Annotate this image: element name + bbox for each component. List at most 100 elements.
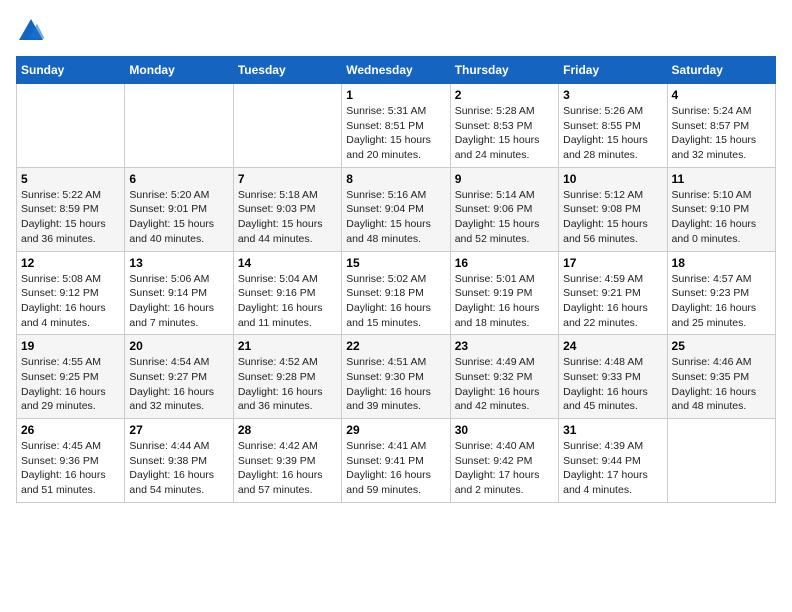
day-number: 17 bbox=[563, 256, 662, 270]
day-content: Sunrise: 5:06 AM Sunset: 9:14 PM Dayligh… bbox=[129, 272, 228, 331]
calendar-cell: 26Sunrise: 4:45 AM Sunset: 9:36 PM Dayli… bbox=[17, 419, 125, 503]
day-number: 13 bbox=[129, 256, 228, 270]
weekday-header: Sunday bbox=[17, 57, 125, 84]
day-number: 22 bbox=[346, 339, 445, 353]
calendar-cell bbox=[667, 419, 775, 503]
calendar-cell bbox=[233, 84, 341, 168]
day-content: Sunrise: 4:46 AM Sunset: 9:35 PM Dayligh… bbox=[672, 355, 771, 414]
day-content: Sunrise: 5:16 AM Sunset: 9:04 PM Dayligh… bbox=[346, 188, 445, 247]
day-number: 2 bbox=[455, 88, 554, 102]
day-number: 18 bbox=[672, 256, 771, 270]
day-number: 8 bbox=[346, 172, 445, 186]
calendar-cell: 13 Sunrise: 5:06 AM Sunset: 9:14 PM Dayli… bbox=[125, 251, 233, 335]
day-number: 20 bbox=[129, 339, 228, 353]
day-content: Sunrise: 5:14 AM Sunset: 9:06 PM Dayligh… bbox=[455, 188, 554, 247]
weekday-header: Monday bbox=[125, 57, 233, 84]
day-content: Sunrise: 5:31 AM Sunset: 8:51 PM Dayligh… bbox=[346, 104, 445, 163]
calendar-cell bbox=[17, 84, 125, 168]
day-content: Sunrise: 4:39 AM Sunset: 9:44 PM Dayligh… bbox=[563, 439, 662, 498]
calendar-cell: 11 Sunrise: 5:10 AM Sunset: 9:10 PM Dayli… bbox=[667, 167, 775, 251]
day-content: Sunrise: 5:22 AM Sunset: 8:59 PM Dayligh… bbox=[21, 188, 120, 247]
calendar-week-row: 19 Sunrise: 4:55 AM Sunset: 9:25 PM Dayli… bbox=[17, 335, 776, 419]
day-number: 7 bbox=[238, 172, 337, 186]
calendar-cell bbox=[125, 84, 233, 168]
day-number: 30 bbox=[455, 423, 554, 437]
day-number: 6 bbox=[129, 172, 228, 186]
calendar-cell: 2 Sunrise: 5:28 AM Sunset: 8:53 PM Daylig… bbox=[450, 84, 558, 168]
day-number: 11 bbox=[672, 172, 771, 186]
calendar-cell: 9 Sunrise: 5:14 AM Sunset: 9:06 PM Daylig… bbox=[450, 167, 558, 251]
calendar-week-row: 5 Sunrise: 5:22 AM Sunset: 8:59 PM Daylig… bbox=[17, 167, 776, 251]
day-content: Sunrise: 5:02 AM Sunset: 9:18 PM Dayligh… bbox=[346, 272, 445, 331]
weekday-header: Saturday bbox=[667, 57, 775, 84]
day-number: 25 bbox=[672, 339, 771, 353]
calendar-cell: 7 Sunrise: 5:18 AM Sunset: 9:03 PM Daylig… bbox=[233, 167, 341, 251]
day-number: 24 bbox=[563, 339, 662, 353]
day-content: Sunrise: 4:49 AM Sunset: 9:32 PM Dayligh… bbox=[455, 355, 554, 414]
calendar-table: SundayMondayTuesdayWednesdayThursdayFrid… bbox=[16, 56, 776, 503]
calendar-cell: 28 Sunrise: 4:42 AM Sunset: 9:39 PM Dayli… bbox=[233, 419, 341, 503]
calendar-cell: 18Sunrise: 4:57 AM Sunset: 9:23 PM Dayli… bbox=[667, 251, 775, 335]
calendar-header-row: SundayMondayTuesdayWednesdayThursdayFrid… bbox=[17, 57, 776, 84]
calendar-cell: 22 Sunrise: 4:51 AM Sunset: 9:30 PM Dayli… bbox=[342, 335, 450, 419]
day-content: Sunrise: 5:01 AM Sunset: 9:19 PM Dayligh… bbox=[455, 272, 554, 331]
day-content: Sunrise: 4:42 AM Sunset: 9:39 PM Dayligh… bbox=[238, 439, 337, 498]
day-number: 10 bbox=[563, 172, 662, 186]
logo-icon bbox=[16, 16, 46, 46]
weekday-header: Wednesday bbox=[342, 57, 450, 84]
calendar-week-row: 26Sunrise: 4:45 AM Sunset: 9:36 PM Dayli… bbox=[17, 419, 776, 503]
day-content: Sunrise: 5:08 AM Sunset: 9:12 PM Dayligh… bbox=[21, 272, 120, 331]
day-content: Sunrise: 5:10 AM Sunset: 9:10 PM Dayligh… bbox=[672, 188, 771, 247]
day-number: 16 bbox=[455, 256, 554, 270]
day-content: Sunrise: 4:59 AM Sunset: 9:21 PM Dayligh… bbox=[563, 272, 662, 331]
weekday-header: Thursday bbox=[450, 57, 558, 84]
calendar-cell: 24 Sunrise: 4:48 AM Sunset: 9:33 PM Dayli… bbox=[559, 335, 667, 419]
day-content: Sunrise: 4:52 AM Sunset: 9:28 PM Dayligh… bbox=[238, 355, 337, 414]
day-number: 5 bbox=[21, 172, 120, 186]
calendar-body: 1 Sunrise: 5:31 AM Sunset: 8:51 PM Daylig… bbox=[17, 84, 776, 503]
calendar-cell: 8 Sunrise: 5:16 AM Sunset: 9:04 PM Daylig… bbox=[342, 167, 450, 251]
day-content: Sunrise: 5:12 AM Sunset: 9:08 PM Dayligh… bbox=[563, 188, 662, 247]
day-content: Sunrise: 4:51 AM Sunset: 9:30 PM Dayligh… bbox=[346, 355, 445, 414]
calendar-cell: 19 Sunrise: 4:55 AM Sunset: 9:25 PM Dayli… bbox=[17, 335, 125, 419]
day-content: Sunrise: 5:24 AM Sunset: 8:57 PM Dayligh… bbox=[672, 104, 771, 163]
day-number: 1 bbox=[346, 88, 445, 102]
calendar-cell: 3 Sunrise: 5:26 AM Sunset: 8:55 PM Daylig… bbox=[559, 84, 667, 168]
calendar-cell: 1 Sunrise: 5:31 AM Sunset: 8:51 PM Daylig… bbox=[342, 84, 450, 168]
calendar-cell: 5 Sunrise: 5:22 AM Sunset: 8:59 PM Daylig… bbox=[17, 167, 125, 251]
calendar-cell: 4 Sunrise: 5:24 AM Sunset: 8:57 PM Daylig… bbox=[667, 84, 775, 168]
day-content: Sunrise: 5:26 AM Sunset: 8:55 PM Dayligh… bbox=[563, 104, 662, 163]
calendar-cell: 16 Sunrise: 5:01 AM Sunset: 9:19 PM Dayli… bbox=[450, 251, 558, 335]
calendar-cell: 23 Sunrise: 4:49 AM Sunset: 9:32 PM Dayli… bbox=[450, 335, 558, 419]
calendar-cell: 27 Sunrise: 4:44 AM Sunset: 9:38 PM Dayli… bbox=[125, 419, 233, 503]
day-number: 29 bbox=[346, 423, 445, 437]
day-number: 28 bbox=[238, 423, 337, 437]
day-content: Sunrise: 5:04 AM Sunset: 9:16 PM Dayligh… bbox=[238, 272, 337, 331]
weekday-header: Friday bbox=[559, 57, 667, 84]
day-number: 15 bbox=[346, 256, 445, 270]
day-number: 21 bbox=[238, 339, 337, 353]
day-content: Sunrise: 4:40 AM Sunset: 9:42 PM Dayligh… bbox=[455, 439, 554, 498]
day-number: 3 bbox=[563, 88, 662, 102]
calendar-week-row: 12Sunrise: 5:08 AM Sunset: 9:12 PM Dayli… bbox=[17, 251, 776, 335]
day-number: 14 bbox=[238, 256, 337, 270]
calendar-cell: 17 Sunrise: 4:59 AM Sunset: 9:21 PM Dayli… bbox=[559, 251, 667, 335]
day-content: Sunrise: 4:55 AM Sunset: 9:25 PM Dayligh… bbox=[21, 355, 120, 414]
day-content: Sunrise: 4:54 AM Sunset: 9:27 PM Dayligh… bbox=[129, 355, 228, 414]
day-number: 9 bbox=[455, 172, 554, 186]
calendar-header: SundayMondayTuesdayWednesdayThursdayFrid… bbox=[17, 57, 776, 84]
calendar-cell: 31Sunrise: 4:39 AM Sunset: 9:44 PM Dayli… bbox=[559, 419, 667, 503]
day-number: 4 bbox=[672, 88, 771, 102]
day-content: Sunrise: 5:18 AM Sunset: 9:03 PM Dayligh… bbox=[238, 188, 337, 247]
day-content: Sunrise: 4:45 AM Sunset: 9:36 PM Dayligh… bbox=[21, 439, 120, 498]
day-number: 23 bbox=[455, 339, 554, 353]
day-content: Sunrise: 5:28 AM Sunset: 8:53 PM Dayligh… bbox=[455, 104, 554, 163]
day-number: 19 bbox=[21, 339, 120, 353]
calendar-cell: 12Sunrise: 5:08 AM Sunset: 9:12 PM Dayli… bbox=[17, 251, 125, 335]
day-content: Sunrise: 4:48 AM Sunset: 9:33 PM Dayligh… bbox=[563, 355, 662, 414]
day-number: 27 bbox=[129, 423, 228, 437]
calendar-cell: 14 Sunrise: 5:04 AM Sunset: 9:16 PM Dayli… bbox=[233, 251, 341, 335]
day-content: Sunrise: 4:44 AM Sunset: 9:38 PM Dayligh… bbox=[129, 439, 228, 498]
logo bbox=[16, 16, 50, 46]
calendar-cell: 21 Sunrise: 4:52 AM Sunset: 9:28 PM Dayli… bbox=[233, 335, 341, 419]
